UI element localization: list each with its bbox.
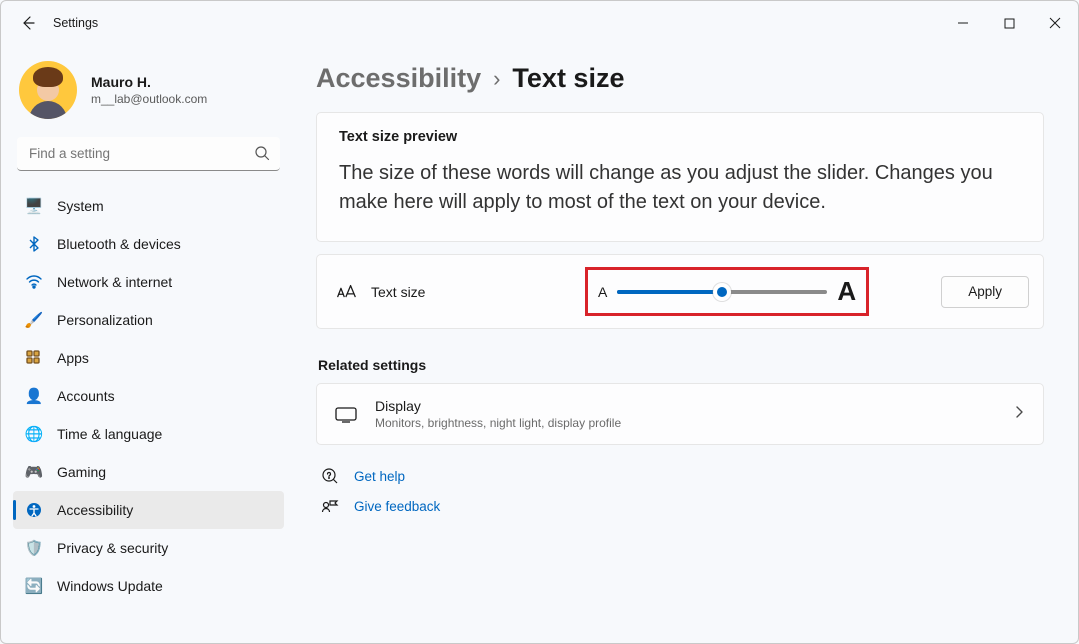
help-icon (320, 467, 340, 485)
sidebar-item-accounts[interactable]: 👤 Accounts (13, 377, 284, 415)
preview-body: The size of these words will change as y… (339, 159, 1021, 217)
nav-icon: 🔄 (25, 577, 43, 595)
feedback-icon (320, 497, 340, 515)
nav-icon: 🎮 (25, 463, 43, 481)
nav-label: Apps (57, 350, 89, 366)
nav-icon (25, 235, 43, 253)
profile-name: Mauro H. (91, 74, 207, 90)
close-button[interactable] (1032, 6, 1078, 40)
avatar (19, 61, 77, 119)
text-size-slider-card: Text size A A Apply (316, 254, 1044, 329)
sidebar-item-network-internet[interactable]: Network & internet (13, 263, 284, 301)
preview-title: Text size preview (339, 129, 1021, 145)
nav-label: System (57, 198, 104, 214)
nav-label: Accessibility (57, 502, 133, 518)
get-help-label: Get help (354, 469, 405, 484)
nav-icon: 👤 (25, 387, 43, 405)
breadcrumb-category[interactable]: Accessibility (316, 63, 481, 94)
nav-label: Personalization (57, 312, 153, 328)
nav-icon (25, 273, 43, 291)
slider-label: Text size (371, 284, 571, 300)
nav-icon: 🖥️ (25, 197, 43, 215)
sidebar: Mauro H. m__lab@outlook.com 🖥️ System Blue… (1, 45, 296, 643)
nav-label: Gaming (57, 464, 106, 480)
sidebar-item-gaming[interactable]: 🎮 Gaming (13, 453, 284, 491)
main-content: Accessibility › Text size Text size prev… (296, 45, 1078, 643)
small-a-glyph: A (598, 284, 607, 300)
display-subtitle: Monitors, brightness, night light, displ… (375, 416, 621, 430)
text-size-slider[interactable] (617, 290, 827, 294)
nav-label: Accounts (57, 388, 115, 404)
give-feedback-link[interactable]: Give feedback (320, 497, 1044, 515)
breadcrumb: Accessibility › Text size (316, 63, 1044, 94)
nav-label: Time & language (57, 426, 162, 442)
sidebar-item-system[interactable]: 🖥️ System (13, 187, 284, 225)
nav-label: Network & internet (57, 274, 172, 290)
sidebar-item-windows-update[interactable]: 🔄 Windows Update (13, 567, 284, 605)
maximize-button[interactable] (986, 6, 1032, 40)
sidebar-item-time-language[interactable]: 🌐 Time & language (13, 415, 284, 453)
give-feedback-label: Give feedback (354, 499, 440, 514)
settings-window: Settings Mauro H. m__lab@outlook.com (0, 0, 1079, 644)
nav-label: Privacy & security (57, 540, 168, 556)
sidebar-item-personalization[interactable]: 🖌️ Personalization (13, 301, 284, 339)
sidebar-item-privacy-security[interactable]: 🛡️ Privacy & security (13, 529, 284, 567)
slider-thumb[interactable] (713, 283, 731, 301)
titlebar: Settings (1, 1, 1078, 45)
nav-icon: 🖌️ (25, 311, 43, 329)
search-icon (254, 145, 270, 166)
help-links: Get help Give feedback (316, 467, 1044, 515)
nav-icon: 🌐 (25, 425, 43, 443)
search-input[interactable] (17, 137, 280, 171)
nav-label: Bluetooth & devices (57, 236, 181, 252)
nav-icon: 🛡️ (25, 539, 43, 557)
large-a-glyph: A (837, 276, 856, 307)
sidebar-item-accessibility[interactable]: Accessibility (13, 491, 284, 529)
breadcrumb-page: Text size (512, 63, 624, 94)
profile-block[interactable]: Mauro H. m__lab@outlook.com (13, 53, 284, 137)
search-box[interactable] (17, 137, 280, 171)
sidebar-item-apps[interactable]: Apps (13, 339, 284, 377)
chevron-right-icon: › (493, 66, 500, 92)
display-settings-link[interactable]: Display Monitors, brightness, night ligh… (316, 383, 1044, 445)
apply-button[interactable]: Apply (941, 276, 1029, 308)
nav-list: 🖥️ System Bluetooth & devices Network & int… (13, 187, 284, 605)
nav-label: Windows Update (57, 578, 163, 594)
text-size-preview-card: Text size preview The size of these word… (316, 112, 1044, 242)
window-title: Settings (53, 16, 98, 30)
text-size-icon (335, 281, 357, 303)
slider-highlight-box: A A (585, 267, 869, 316)
back-button[interactable] (11, 6, 45, 40)
nav-icon (25, 501, 43, 519)
related-settings-title: Related settings (318, 357, 1044, 373)
get-help-link[interactable]: Get help (320, 467, 1044, 485)
profile-email: m__lab@outlook.com (91, 92, 207, 106)
nav-icon (25, 349, 43, 367)
sidebar-item-bluetooth-devices[interactable]: Bluetooth & devices (13, 225, 284, 263)
display-icon (335, 405, 357, 423)
chevron-right-icon (1013, 405, 1025, 423)
minimize-button[interactable] (940, 6, 986, 40)
display-title: Display (375, 398, 621, 414)
